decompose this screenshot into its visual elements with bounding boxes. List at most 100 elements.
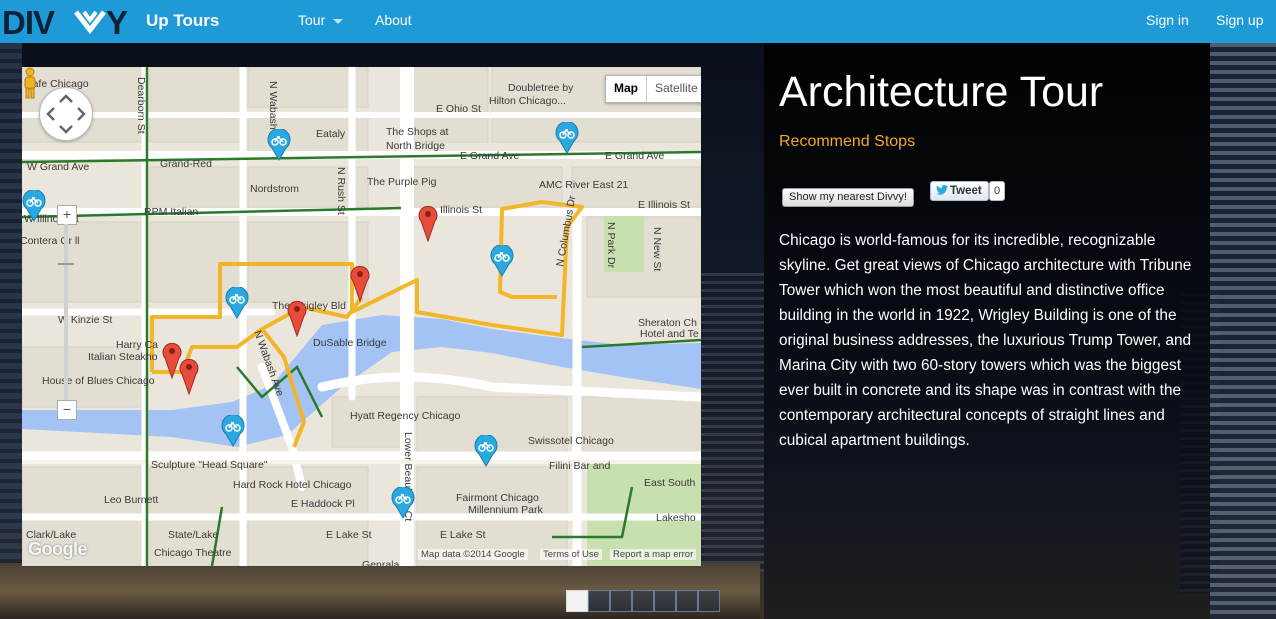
map-canvas[interactable]: Cafe Chicago Doubletree byHilton Chicago.… [22, 67, 701, 566]
map-label: The Purple Pig [367, 176, 437, 188]
recommend-stops-link[interactable]: Recommend Stops [779, 133, 915, 151]
carousel-indicator[interactable] [610, 590, 632, 612]
map-type-map-button[interactable]: Map [606, 76, 647, 102]
map-label: Hard Rock Hotel Chicago [233, 479, 352, 491]
carousel-indicator[interactable] [588, 590, 610, 612]
map-label: E Ohio St [436, 103, 481, 115]
map-label: W Grand Ave [27, 161, 89, 173]
map-label: N Rush St [335, 167, 347, 215]
street-view-pegman-icon[interactable] [22, 67, 38, 99]
background-building-left [0, 43, 22, 619]
about-link[interactable]: About [375, 12, 412, 28]
tweet-button-label: Tweet [950, 185, 982, 197]
zoom-slider-handle[interactable] [58, 263, 74, 265]
map-label: AMC River East 21 [539, 179, 628, 191]
red-map-marker-icon[interactable] [287, 299, 307, 337]
top-navbar: DIV Y Up Tours Tour About Sign in Sign u… [0, 0, 1276, 43]
zoom-slider-track[interactable] [64, 224, 68, 404]
carousel-indicators [566, 590, 720, 612]
tour-description: Chicago is world-famous for its incredib… [779, 232, 1192, 449]
pan-control[interactable] [39, 87, 93, 141]
map-label: RPM Italian [144, 206, 198, 218]
map-label: Illinois St [440, 204, 482, 216]
map-label: Dearborn St [135, 77, 147, 134]
map-label: Grand-Red [160, 158, 212, 170]
map-label: E Lake St [326, 529, 372, 541]
divvy-bike-station-icon[interactable] [555, 122, 579, 154]
divvy-bike-station-icon[interactable] [267, 129, 291, 161]
map-label: North Bridge [386, 140, 445, 152]
map-label: Fairmont Chicago [456, 492, 539, 504]
divvy-bike-station-icon[interactable] [391, 487, 415, 519]
background-building-right [1210, 43, 1276, 619]
map-type-satellite-button[interactable]: Satellite [647, 76, 701, 102]
google-logo[interactable]: Google [28, 539, 88, 560]
carousel-indicator[interactable] [676, 590, 698, 612]
map-label: N Park Dr [605, 222, 617, 269]
carousel-indicator[interactable] [654, 590, 676, 612]
map-label: State/Lake [168, 529, 218, 541]
tweet-count: 0 [989, 181, 1006, 201]
map-label: Hotel and Te [640, 328, 699, 340]
map-label: Filini Bar and [549, 460, 610, 472]
tour-menu-label: Tour [298, 12, 326, 28]
map-label: Millennium Park [468, 504, 543, 516]
carousel-indicator[interactable] [632, 590, 654, 612]
signin-link[interactable]: Sign in [1146, 12, 1189, 28]
map-label: E Haddock Pl [291, 498, 355, 510]
divvy-bike-station-icon[interactable] [22, 190, 46, 222]
map-label: N New St [651, 227, 663, 271]
map-label: Doubletree by [508, 82, 574, 94]
map-label: Sculpture "Head Square" [151, 459, 268, 471]
background-building [701, 273, 764, 573]
map-label: House of Blues Chicago [42, 375, 155, 387]
terms-link[interactable]: Terms of Use [540, 549, 602, 560]
page-title: Architecture Tour [779, 68, 1104, 116]
tour-menu[interactable]: Tour [298, 12, 344, 28]
zoom-out-button[interactable]: − [57, 400, 77, 420]
show-nearest-divvy-button[interactable]: Show my nearest Divvy! [782, 188, 914, 207]
map-label: Contera Gr ll [22, 235, 80, 247]
zoom-in-button[interactable]: + [57, 205, 77, 225]
divvy-bike-station-icon[interactable] [490, 245, 514, 277]
map-label: Hilton Chicago... [489, 95, 566, 107]
map-label: Leo Burnett [104, 494, 158, 506]
tweet-button[interactable]: Tweet [930, 181, 989, 201]
map-label: The Wrigley Bld [272, 300, 346, 312]
map-label: Hyatt Regency Chicago [350, 410, 460, 422]
map-type-control: Map Satellite [605, 75, 701, 103]
pan-control-icon [46, 94, 86, 134]
red-map-marker-icon[interactable] [350, 264, 370, 302]
carousel-indicator[interactable] [566, 590, 588, 612]
tour-map[interactable]: Cafe Chicago Doubletree by Hilton Chicago.… [22, 67, 701, 566]
map-label: DuSable Bridge [313, 337, 387, 349]
map-label: E Lake St [440, 529, 486, 541]
red-map-marker-icon[interactable] [418, 204, 438, 242]
svg-text:DIV: DIV [2, 4, 55, 40]
svg-text:Y: Y [106, 4, 128, 40]
red-map-marker-icon[interactable] [179, 357, 199, 395]
divvy-bike-station-icon[interactable] [225, 287, 249, 319]
report-map-error-link[interactable]: Report a map error [610, 549, 697, 560]
map-label: Eataly [316, 128, 346, 140]
map-attribution: Map data ©2014 Google [418, 549, 528, 560]
map-label: Harry Ca [116, 339, 158, 351]
twitter-bird-icon [936, 185, 948, 195]
map-label: Nordstrom [250, 183, 299, 195]
map-label: Chicago Theatre [154, 547, 232, 559]
map-label: E Grand Ave [460, 150, 520, 162]
map-label: E Grand Ave [605, 150, 665, 162]
divvy-bike-station-icon[interactable] [474, 435, 498, 467]
carousel-indicator[interactable] [698, 590, 720, 612]
map-label: Swissotel Chicago [528, 435, 614, 447]
map-label: Genrala [362, 559, 400, 566]
divvy-logo[interactable]: DIV Y [0, 4, 140, 40]
map-label: Italian Steakho [88, 351, 158, 363]
chevron-down-icon [333, 18, 344, 24]
map-label: E Illinois St [638, 199, 690, 211]
divvy-bike-station-icon[interactable] [221, 415, 245, 447]
map-label: East South [644, 477, 696, 489]
signup-link[interactable]: Sign up [1216, 12, 1263, 28]
map-label: The Shops at [386, 126, 449, 138]
brand-name[interactable]: Up Tours [146, 11, 219, 31]
